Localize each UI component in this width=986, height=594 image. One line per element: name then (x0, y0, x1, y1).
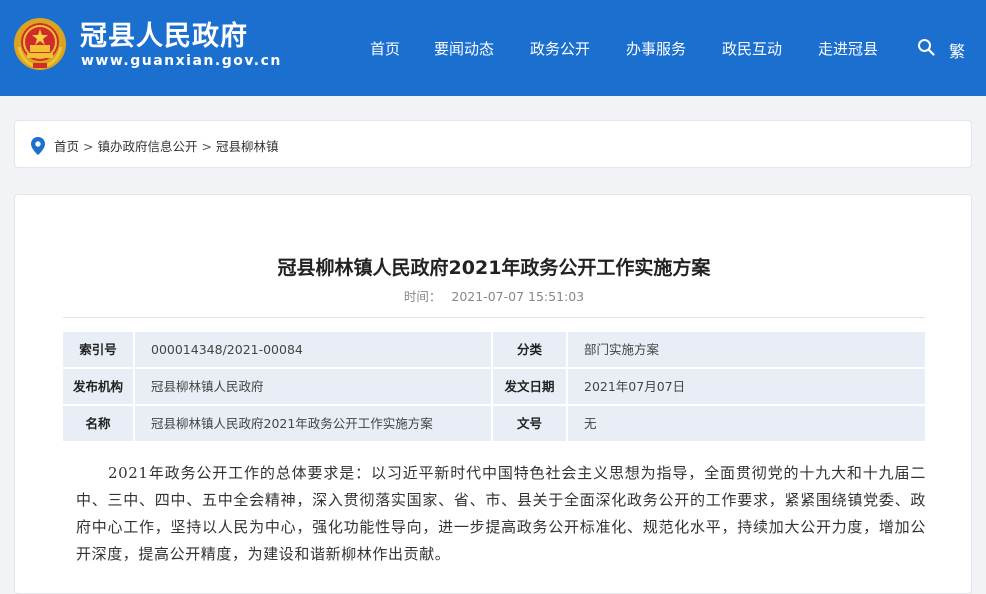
nav-services[interactable]: 办事服务 (626, 38, 686, 59)
index-number-value: 000014348/2021-00084 (135, 332, 491, 367)
nav-news[interactable]: 要闻动态 (434, 38, 494, 59)
nav-home[interactable]: 首页 (370, 38, 400, 59)
issue-date-label: 发文日期 (493, 369, 566, 404)
title-divider (63, 317, 925, 318)
publish-time-value: 2021-07-07 15:51:03 (451, 289, 585, 304)
site-header: 冠县人民政府 www.guanxian.gov.cn 首页 要闻动态 政务公开 … (0, 0, 986, 96)
nav-interaction[interactable]: 政民互动 (722, 38, 782, 59)
breadcrumb-home[interactable]: 首页 (54, 139, 79, 154)
breadcrumb: 首页 > 镇办政府信息公开 > 冠县柳林镇 (14, 120, 972, 168)
breadcrumb-separator: > (201, 139, 212, 154)
nav-gov-open[interactable]: 政务公开 (530, 38, 590, 59)
publisher-value: 冠县柳林镇人民政府 (135, 369, 491, 404)
article-title: 冠县柳林镇人民政府2021年政务公开工作实施方案 (277, 257, 711, 279)
metadata-row: 索引号 000014348/2021-00084 分类 部门实施方案 (63, 332, 925, 367)
publish-time-label: 时间： (403, 289, 442, 304)
category-value: 部门实施方案 (568, 332, 925, 367)
name-label: 名称 (63, 406, 133, 441)
breadcrumb-separator: > (83, 139, 94, 154)
metadata-table: 索引号 000014348/2021-00084 分类 部门实施方案 发布机构 … (63, 332, 925, 443)
document-number-value: 无 (568, 406, 925, 441)
name-value: 冠县柳林镇人民政府2021年政务公开工作实施方案 (135, 406, 491, 441)
breadcrumb-liulin[interactable]: 冠县柳林镇 (216, 139, 279, 154)
article-body: 2021年政务公开工作的总体要求是：以习近平新时代中国特色社会主义思想为指导，全… (76, 464, 926, 563)
search-icon[interactable] (917, 38, 935, 56)
publisher-label: 发布机构 (63, 369, 133, 404)
issue-date-value: 2021年07月07日 (568, 369, 925, 404)
metadata-row: 名称 冠县柳林镇人民政府2021年政务公开工作实施方案 文号 无 (63, 406, 925, 441)
document-number-label: 文号 (493, 406, 566, 441)
location-pin-icon (31, 137, 45, 155)
main-nav: 首页 要闻动态 政务公开 办事服务 政民互动 走进冠县 (0, 38, 986, 60)
breadcrumb-trail: 首页 > 镇办政府信息公开 > 冠县柳林镇 (54, 136, 279, 155)
index-number-label: 索引号 (63, 332, 133, 367)
article-panel: 冠县柳林镇人民政府2021年政务公开工作实施方案 时间： 2021-07-07 1… (14, 194, 972, 594)
metadata-row: 发布机构 冠县柳林镇人民政府 发文日期 2021年07月07日 (63, 369, 925, 404)
category-label: 分类 (493, 332, 566, 367)
traditional-chinese-toggle[interactable]: 繁 (949, 38, 965, 62)
breadcrumb-town-info[interactable]: 镇办政府信息公开 (98, 139, 198, 154)
nav-about[interactable]: 走进冠县 (818, 38, 878, 59)
publish-time: 时间： 2021-07-07 15:51:03 (15, 286, 973, 305)
